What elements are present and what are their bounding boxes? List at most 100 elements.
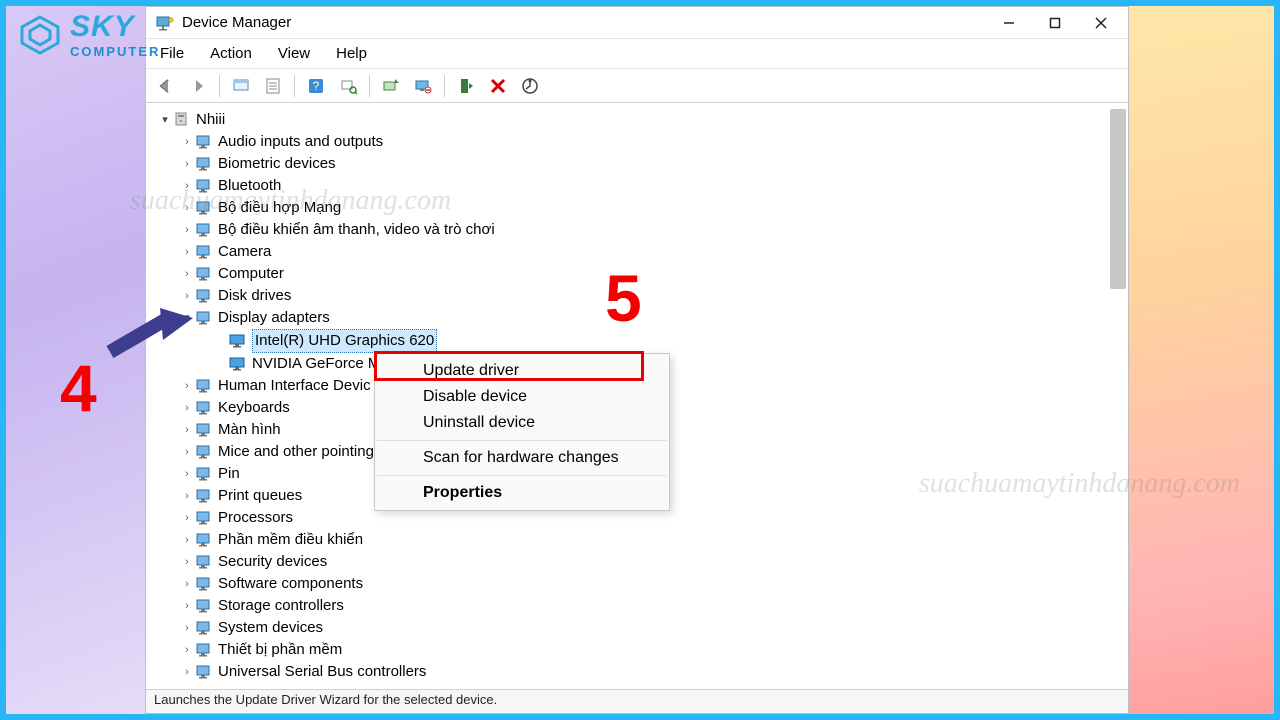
tree-item[interactable]: ›Bộ điều khiển âm thanh, video và trò ch… xyxy=(152,219,1126,241)
menu-item-disable-device[interactable]: Disable device xyxy=(375,384,669,410)
tree-item-label: Human Interface Devic xyxy=(218,375,371,397)
back-arrow-icon xyxy=(157,77,175,95)
toolbar-forward-button[interactable] xyxy=(184,73,212,99)
maximize-button[interactable] xyxy=(1032,7,1078,39)
toolbar-show-hidden-button[interactable] xyxy=(227,73,255,99)
property-sheet-icon xyxy=(264,77,282,95)
device-category-icon xyxy=(194,553,214,571)
tree-item-label: Audio inputs and outputs xyxy=(218,131,383,153)
toolbar-separator xyxy=(219,75,220,97)
sky-logo-icon xyxy=(18,13,62,57)
tree-item[interactable]: ›System devices xyxy=(152,617,1126,639)
tree-root[interactable]: ▾Nhiii xyxy=(152,109,1126,131)
device-category-icon xyxy=(194,155,214,173)
menu-help[interactable]: Help xyxy=(332,43,371,64)
device-category-icon xyxy=(194,509,214,527)
toolbar-scan-button[interactable] xyxy=(334,73,362,99)
toolbar-separator xyxy=(444,75,445,97)
status-bar: Launches the Update Driver Wizard for th… xyxy=(146,689,1128,713)
display-adapter-icon xyxy=(228,332,248,350)
tree-item-label: Security devices xyxy=(218,551,327,573)
menu-item-update-driver[interactable]: Update driver xyxy=(375,358,669,384)
tree-item-label: Software components xyxy=(218,573,363,595)
svg-text:?: ? xyxy=(313,79,320,93)
menu-item-uninstall-device[interactable]: Uninstall device xyxy=(375,410,669,436)
context-menu: Update driver Disable device Uninstall d… xyxy=(374,353,670,511)
tree-item[interactable]: ›Biometric devices xyxy=(152,153,1126,175)
menu-separator xyxy=(377,475,667,476)
device-category-icon xyxy=(194,531,214,549)
titlebar[interactable]: Device Manager xyxy=(146,7,1128,39)
scan-hardware-icon xyxy=(339,77,357,95)
menu-file[interactable]: File xyxy=(156,43,188,64)
tree-item[interactable]: ›Software components xyxy=(152,573,1126,595)
tree-item-label: Universal Serial Bus controllers xyxy=(218,661,426,683)
tree-item-label: Pin xyxy=(218,463,240,485)
device-category-icon xyxy=(194,641,214,659)
menu-item-scan-hardware[interactable]: Scan for hardware changes xyxy=(375,445,669,471)
tree-item-label: System devices xyxy=(218,617,323,639)
menu-view[interactable]: View xyxy=(274,43,314,64)
device-category-icon xyxy=(194,309,214,327)
menu-item-properties[interactable]: Properties xyxy=(375,480,669,506)
tree-item-label: Disk drives xyxy=(218,285,291,307)
device-category-icon xyxy=(194,265,214,283)
menu-action[interactable]: Action xyxy=(206,43,256,64)
tree-item-label: Keyboards xyxy=(218,397,290,419)
tree-item-label: Mice and other pointing xyxy=(218,441,374,463)
toolbar-uninstall-button[interactable] xyxy=(409,73,437,99)
toolbar: ? xyxy=(146,69,1128,103)
toolbar-add-legacy-button[interactable] xyxy=(516,73,544,99)
add-hardware-icon xyxy=(521,77,539,95)
close-icon xyxy=(1095,17,1107,29)
display-adapter-icon xyxy=(228,355,248,373)
menu-separator xyxy=(377,440,667,441)
toolbar-help-button[interactable]: ? xyxy=(302,73,330,99)
toolbar-disable-button[interactable] xyxy=(484,73,512,99)
tree-item-label: Biometric devices xyxy=(218,153,336,175)
device-category-icon xyxy=(194,177,214,195)
close-button[interactable] xyxy=(1078,7,1124,39)
disable-x-icon xyxy=(489,77,507,95)
minimize-icon xyxy=(1003,17,1015,29)
tree-item-label: Print queues xyxy=(218,485,302,507)
tree-item-label: Bộ điều khiển âm thanh, video và trò chơ… xyxy=(218,219,495,241)
help-icon: ? xyxy=(307,77,325,95)
tree-item[interactable]: ›Thiết bị phần mềm xyxy=(152,639,1126,661)
devices-icon xyxy=(232,77,250,95)
minimize-button[interactable] xyxy=(986,7,1032,39)
tree-item-label: Thiết bị phần mềm xyxy=(218,639,342,661)
tree-item[interactable]: ›Phần mềm điều khiển xyxy=(152,529,1126,551)
tree-item-label: Computer xyxy=(218,263,284,285)
tree-item-label: Processors xyxy=(218,507,293,529)
toolbar-properties-button[interactable] xyxy=(259,73,287,99)
vertical-scrollbar[interactable] xyxy=(1110,109,1126,289)
tree-item-label: Màn hình xyxy=(218,419,281,441)
step-4-arrow-icon xyxy=(105,300,195,360)
tree-child-label: Intel(R) UHD Graphics 620 xyxy=(252,329,437,353)
tree-item-label: Storage controllers xyxy=(218,595,344,617)
device-category-icon xyxy=(194,575,214,593)
tree-item-label: Phần mềm điều khiển xyxy=(218,529,363,551)
device-category-icon xyxy=(194,443,214,461)
toolbar-update-driver-button[interactable] xyxy=(377,73,405,99)
menubar: File Action View Help xyxy=(146,39,1128,69)
tree-item-label: Bluetooth xyxy=(218,175,281,197)
tree-item-label: Bộ điều hợp Mạng xyxy=(218,197,341,219)
toolbar-separator xyxy=(369,75,370,97)
maximize-icon xyxy=(1049,17,1061,29)
forward-arrow-icon xyxy=(189,77,207,95)
tree-item[interactable]: ›Storage controllers xyxy=(152,595,1126,617)
device-category-icon xyxy=(194,133,214,151)
tree-item[interactable]: ›Audio inputs and outputs xyxy=(152,131,1126,153)
device-category-icon xyxy=(194,421,214,439)
tree-item[interactable]: ›Universal Serial Bus controllers xyxy=(152,661,1126,683)
tree-item[interactable]: ›Security devices xyxy=(152,551,1126,573)
device-category-icon xyxy=(194,399,214,417)
tree-item[interactable]: ›Bluetooth xyxy=(152,175,1126,197)
tree-item[interactable]: ›Bộ điều hợp Mạng xyxy=(152,197,1126,219)
enable-device-icon xyxy=(457,77,475,95)
toolbar-separator xyxy=(294,75,295,97)
toolbar-enable-button[interactable] xyxy=(452,73,480,99)
toolbar-back-button[interactable] xyxy=(152,73,180,99)
